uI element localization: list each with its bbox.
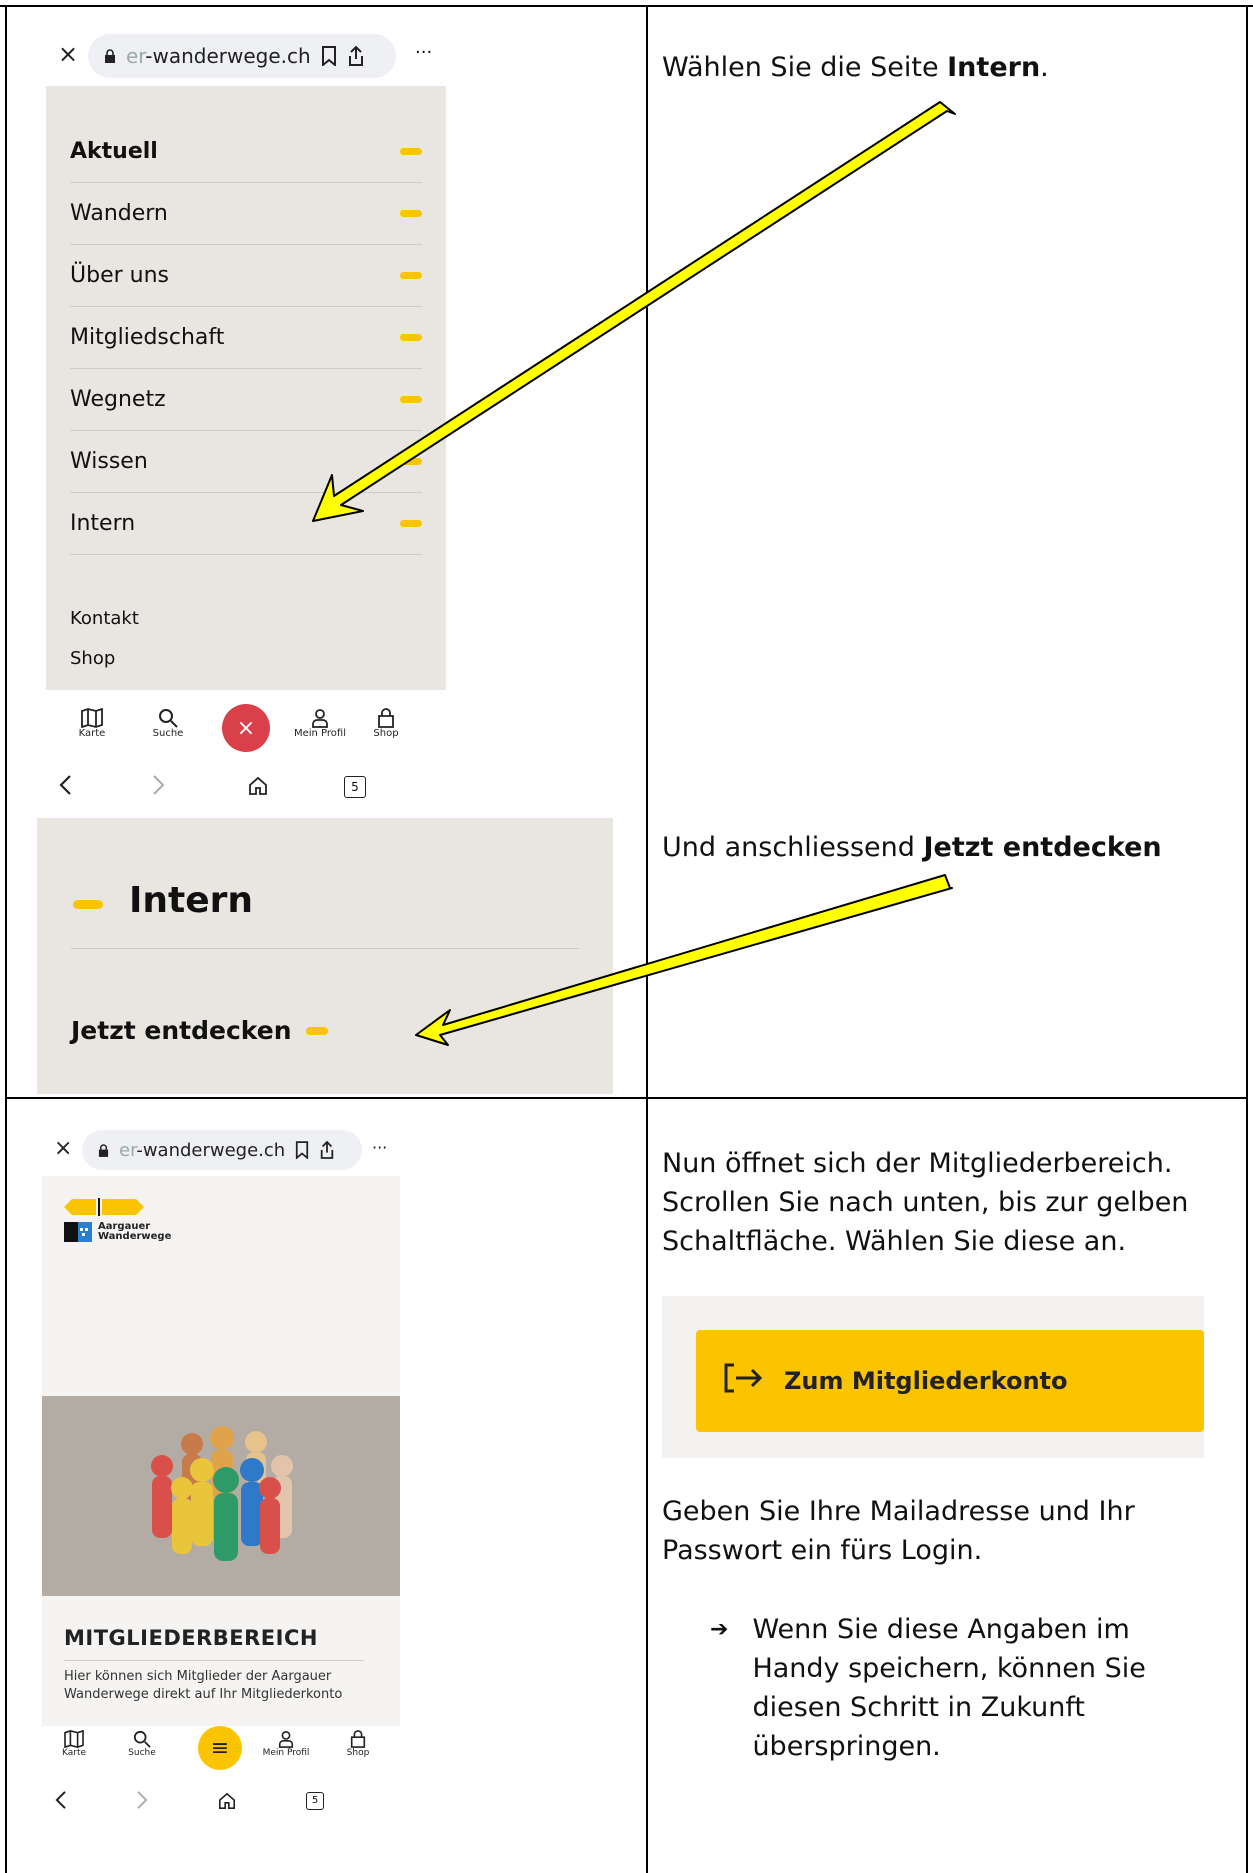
coat-of-arms-icon <box>64 1222 92 1242</box>
people-figures-illustration <box>151 1426 293 1561</box>
title-divider <box>64 1660 364 1661</box>
user-icon <box>256 1730 316 1748</box>
login-arrow-icon <box>722 1362 766 1400</box>
forward-icon[interactable] <box>136 1790 149 1814</box>
bookmark-icon[interactable] <box>295 1141 309 1159</box>
arrow-to-intern <box>312 101 956 522</box>
nav-label: Shop <box>346 1748 370 1758</box>
page-title: MITGLIEDERBEREICH <box>64 1626 318 1650</box>
arrow-to-jetzt-entdecken <box>415 874 953 1046</box>
page-blank-area <box>42 1268 400 1396</box>
step3-paragraph1: Nun öffnet sich der Mitgliederbereich. S… <box>662 1148 1189 1257</box>
nav-suche[interactable]: Suche <box>112 1730 172 1758</box>
button-label: Zum Mitgliederkonto <box>784 1367 1068 1395</box>
nav-label: Mein Profil <box>262 1748 310 1758</box>
home-icon[interactable] <box>218 1792 236 1814</box>
nav-label: Suche <box>128 1748 156 1758</box>
step3-paragraph2: Geben Sie Ihre Mailadresse und Ihr Passw… <box>662 1496 1135 1566</box>
bullet-text: Wenn Sie diese Angaben im Handy speicher… <box>752 1614 1146 1762</box>
hero-image <box>42 1396 400 1596</box>
share-icon[interactable] <box>319 1140 335 1160</box>
arrow-bullet-icon: ➔ <box>710 1617 729 1642</box>
nav-label: Karte <box>61 1748 87 1758</box>
search-icon <box>112 1730 172 1748</box>
step3-bullet: ➔ Wenn Sie diese Angaben im Handy speich… <box>710 1610 1190 1766</box>
signpost-logo-icon <box>64 1198 144 1238</box>
lock-icon <box>98 1143 109 1157</box>
login-button-preview: Zum Mitgliederkonto <box>662 1296 1204 1458</box>
zum-mitgliederkonto-button[interactable]: Zum Mitgliederkonto <box>696 1330 1204 1432</box>
nav-mein-profil[interactable]: Mein Profil <box>256 1730 316 1758</box>
page-header: Aargauer Wanderwege <box>42 1176 400 1269</box>
logo-line2: Wanderwege <box>98 1231 172 1242</box>
tabs-icon[interactable]: 5 <box>306 1792 324 1810</box>
browser-close-button[interactable]: × <box>54 1136 72 1161</box>
page-content: MITGLIEDERBEREICH Hier können sich Mitgl… <box>42 1596 400 1726</box>
more-icon[interactable]: ··· <box>372 1138 387 1157</box>
page-description: Hier können sich Mitglieder der Aargauer… <box>64 1669 343 1702</box>
logo: Aargauer Wanderwege <box>64 1198 171 1242</box>
menu-button[interactable]: ≡ <box>198 1726 242 1770</box>
bag-icon <box>328 1730 388 1748</box>
url-bar[interactable]: er-wanderwege.ch <box>82 1130 362 1170</box>
step3-screenshot: × er-wanderwege.ch ··· Aargauer Wanderwe… <box>40 1128 410 1828</box>
nav-karte[interactable]: Karte <box>44 1730 104 1758</box>
url-text: er-wanderwege.ch <box>119 1139 286 1161</box>
nav-shop[interactable]: Shop <box>328 1730 388 1758</box>
map-icon <box>44 1730 104 1748</box>
back-icon[interactable] <box>54 1790 67 1814</box>
